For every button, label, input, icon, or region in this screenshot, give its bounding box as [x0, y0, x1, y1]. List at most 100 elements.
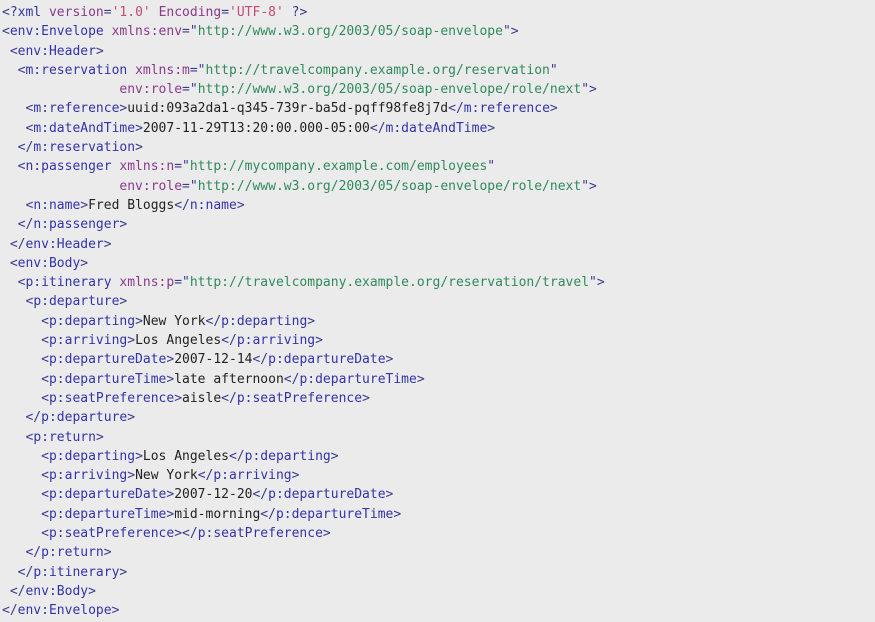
xml-line: </p:departure> [2, 408, 875, 427]
xml-punctuation: = [103, 5, 112, 20]
xml-punctuation [104, 24, 112, 39]
xml-punctuation: > [127, 468, 136, 484]
xml-line: </n:passenger> [2, 215, 875, 234]
xml-punctuation: > [135, 313, 143, 329]
xml-text-content: Fred Bloggs [88, 197, 175, 213]
xml-punctuation: > [111, 603, 120, 619]
xml-tag-name: p:seatPreference [48, 526, 175, 542]
xml-punctuation: > [416, 371, 425, 387]
xml-punctuation: </ [197, 468, 214, 484]
xml-line: <p:arriving>Los Angeles</p:arriving> [2, 331, 875, 350]
xml-punctuation: > [103, 545, 112, 561]
xml-punctuation: > [322, 526, 331, 542]
xml-punctuation: > [103, 236, 112, 252]
xml-tag-name: p:departureDate [48, 352, 167, 368]
xml-attribute-value: http://travelcompany.example.org/reserva… [189, 275, 590, 291]
xml-punctuation: </ [252, 487, 269, 503]
xml-line: <p:seatPreference>aisle</p:seatPreferenc… [2, 389, 875, 408]
xml-punctuation: < [41, 506, 49, 522]
xml-punctuation: > [135, 120, 143, 136]
xml-tag-name: p:departing [221, 313, 308, 329]
xml-punctuation: > [315, 333, 323, 349]
xml-punctuation: > [135, 140, 143, 156]
xml-punctuation: > [393, 506, 402, 522]
xml-text-content: Los Angeles [142, 448, 229, 464]
xml-punctuation: </ [25, 410, 42, 426]
xml-line: env:role="http://www.w3.org/2003/05/soap… [2, 80, 875, 99]
xml-punctuation: > [385, 352, 394, 368]
xml-punctuation: > [291, 468, 300, 484]
xml-punctuation: > [95, 429, 104, 445]
xml-text-content: Los Angeles [135, 333, 222, 349]
xml-source-view[interactable]: <?xml version='1.0' Encoding='UTF-8' ?> <… [0, 0, 875, 621]
xml-punctuation: </ [9, 236, 26, 252]
xml-text-content: 2007-12-14 [174, 352, 253, 368]
xml-punctuation: > [549, 101, 558, 117]
xml-punctuation: > [88, 583, 96, 599]
xml-punctuation: " [549, 62, 558, 78]
xml-punctuation: < [41, 390, 49, 406]
xml-punctuation: " [487, 159, 496, 175]
xml-tag-name: p:itinerary [25, 275, 112, 291]
xml-tag-name: p:arriving [236, 333, 316, 349]
xml-punctuation: "> [502, 24, 519, 40]
xml-text-content: New York [135, 468, 198, 484]
xml-line: <p:departureDate>2007-12-14</p:departure… [2, 350, 875, 369]
xml-punctuation: > [127, 333, 136, 349]
xml-punctuation: < [41, 352, 49, 368]
xml-punctuation: </ [182, 526, 198, 542]
xml-punctuation: </ [252, 352, 269, 368]
xml-text-content: aisle [182, 390, 222, 406]
xml-tag-name: p:departureTime [299, 371, 417, 387]
xml-attribute-name: env:role [119, 178, 183, 194]
xml-tag-name: env:Envelope [17, 603, 112, 619]
xml-punctuation: < [41, 468, 49, 484]
xml-punctuation: "> [581, 178, 597, 194]
xml-line: <env:Body> [2, 254, 875, 273]
xml-punctuation [151, 5, 159, 20]
xml-punctuation: < [41, 526, 49, 542]
xml-punctuation: </ [221, 333, 237, 349]
xml-line: <p:departureTime>mid-morning</p:departur… [2, 505, 875, 524]
xml-punctuation: > [174, 390, 183, 406]
xml-line: <m:reference>uuid:093a2da1-q345-739r-ba5… [2, 99, 875, 118]
xml-punctuation: > [385, 487, 394, 503]
xml-line: </env:Envelope> [2, 601, 875, 620]
xml-tag-name: p:seatPreference [197, 526, 323, 542]
xml-punctuation [127, 63, 135, 78]
xml-punctuation: =" [174, 159, 190, 175]
xml-punctuation: < [41, 333, 49, 349]
xml-pi-punctuation: <? [2, 5, 18, 20]
xml-text-content: mid-morning [174, 506, 261, 522]
xml-line: <p:departureDate>2007-12-20</p:departure… [2, 485, 875, 504]
xml-line: <p:departing>Los Angeles</p:departing> [2, 447, 875, 466]
xml-punctuation: </ [25, 545, 42, 561]
xml-attribute-value: http://travelcompany.example.org/reserva… [205, 62, 550, 78]
xml-tag-name: env:Header [17, 43, 96, 59]
xml-punctuation: =" [174, 275, 190, 291]
xml-tag-name: n:name [189, 197, 237, 213]
xml-punctuation: </ [228, 448, 245, 464]
xml-line: <env:Envelope xmlns:env="http://www.w3.o… [2, 22, 875, 41]
xml-attribute-name: env:role [119, 82, 183, 98]
xml-line: <m:dateAndTime>2007-11-29T13:20:00.000-0… [2, 119, 875, 138]
xml-punctuation: > [135, 448, 143, 464]
xml-attribute-name: xmlns:m [135, 62, 190, 78]
xml-punctuation: < [41, 487, 49, 503]
xml-punctuation: </ [260, 506, 276, 522]
